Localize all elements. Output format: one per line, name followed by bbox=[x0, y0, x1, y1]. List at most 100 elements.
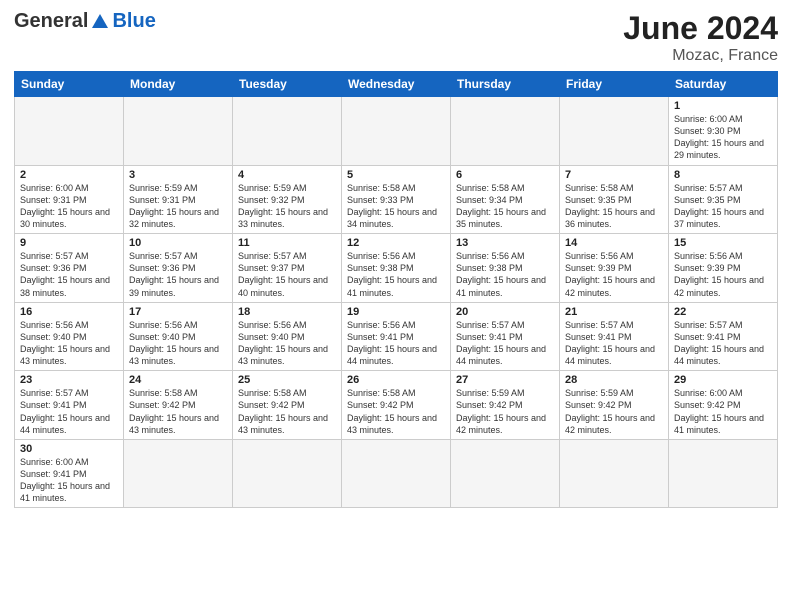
table-row bbox=[233, 439, 342, 508]
table-row: 11Sunrise: 5:57 AM Sunset: 9:37 PM Dayli… bbox=[233, 234, 342, 303]
table-row bbox=[669, 439, 778, 508]
day-number: 20 bbox=[456, 306, 554, 318]
logo-general-text: General bbox=[14, 10, 88, 33]
table-row: 10Sunrise: 5:57 AM Sunset: 9:36 PM Dayli… bbox=[124, 234, 233, 303]
table-row: 18Sunrise: 5:56 AM Sunset: 9:40 PM Dayli… bbox=[233, 302, 342, 371]
day-number: 1 bbox=[674, 100, 772, 112]
day-number: 4 bbox=[238, 169, 336, 181]
day-number: 26 bbox=[347, 374, 445, 386]
table-row: 16Sunrise: 5:56 AM Sunset: 9:40 PM Dayli… bbox=[15, 302, 124, 371]
table-row bbox=[233, 97, 342, 166]
day-info: Sunrise: 5:56 AM Sunset: 9:40 PM Dayligh… bbox=[129, 319, 227, 368]
header: General Blue June 2024 Mozac, France bbox=[14, 10, 778, 65]
day-info: Sunrise: 6:00 AM Sunset: 9:41 PM Dayligh… bbox=[20, 456, 118, 505]
table-row: 29Sunrise: 6:00 AM Sunset: 9:42 PM Dayli… bbox=[669, 371, 778, 440]
table-row: 12Sunrise: 5:56 AM Sunset: 9:38 PM Dayli… bbox=[342, 234, 451, 303]
day-number: 2 bbox=[20, 169, 118, 181]
day-number: 5 bbox=[347, 169, 445, 181]
col-thursday: Thursday bbox=[451, 72, 560, 97]
day-number: 23 bbox=[20, 374, 118, 386]
day-info: Sunrise: 5:56 AM Sunset: 9:38 PM Dayligh… bbox=[456, 250, 554, 299]
day-info: Sunrise: 5:57 AM Sunset: 9:37 PM Dayligh… bbox=[238, 250, 336, 299]
logo: General Blue bbox=[14, 10, 156, 33]
table-row bbox=[124, 439, 233, 508]
table-row: 15Sunrise: 5:56 AM Sunset: 9:39 PM Dayli… bbox=[669, 234, 778, 303]
table-row: 4Sunrise: 5:59 AM Sunset: 9:32 PM Daylig… bbox=[233, 165, 342, 234]
calendar-row-1: 1Sunrise: 6:00 AM Sunset: 9:30 PM Daylig… bbox=[15, 97, 778, 166]
table-row: 22Sunrise: 5:57 AM Sunset: 9:41 PM Dayli… bbox=[669, 302, 778, 371]
day-info: Sunrise: 5:56 AM Sunset: 9:40 PM Dayligh… bbox=[20, 319, 118, 368]
day-number: 10 bbox=[129, 237, 227, 249]
day-number: 17 bbox=[129, 306, 227, 318]
day-number: 15 bbox=[674, 237, 772, 249]
table-row: 19Sunrise: 5:56 AM Sunset: 9:41 PM Dayli… bbox=[342, 302, 451, 371]
page: General Blue June 2024 Mozac, France Sun… bbox=[0, 0, 792, 612]
table-row: 7Sunrise: 5:58 AM Sunset: 9:35 PM Daylig… bbox=[560, 165, 669, 234]
table-row: 9Sunrise: 5:57 AM Sunset: 9:36 PM Daylig… bbox=[15, 234, 124, 303]
table-row: 26Sunrise: 5:58 AM Sunset: 9:42 PM Dayli… bbox=[342, 371, 451, 440]
table-row: 24Sunrise: 5:58 AM Sunset: 9:42 PM Dayli… bbox=[124, 371, 233, 440]
day-info: Sunrise: 5:56 AM Sunset: 9:39 PM Dayligh… bbox=[565, 250, 663, 299]
day-info: Sunrise: 5:59 AM Sunset: 9:31 PM Dayligh… bbox=[129, 182, 227, 231]
table-row: 5Sunrise: 5:58 AM Sunset: 9:33 PM Daylig… bbox=[342, 165, 451, 234]
table-row: 27Sunrise: 5:59 AM Sunset: 9:42 PM Dayli… bbox=[451, 371, 560, 440]
table-row: 13Sunrise: 5:56 AM Sunset: 9:38 PM Dayli… bbox=[451, 234, 560, 303]
day-info: Sunrise: 5:58 AM Sunset: 9:42 PM Dayligh… bbox=[129, 387, 227, 436]
table-row: 23Sunrise: 5:57 AM Sunset: 9:41 PM Dayli… bbox=[15, 371, 124, 440]
day-number: 29 bbox=[674, 374, 772, 386]
table-row: 3Sunrise: 5:59 AM Sunset: 9:31 PM Daylig… bbox=[124, 165, 233, 234]
day-number: 11 bbox=[238, 237, 336, 249]
col-monday: Monday bbox=[124, 72, 233, 97]
day-info: Sunrise: 5:58 AM Sunset: 9:34 PM Dayligh… bbox=[456, 182, 554, 231]
calendar-row-3: 9Sunrise: 5:57 AM Sunset: 9:36 PM Daylig… bbox=[15, 234, 778, 303]
day-number: 8 bbox=[674, 169, 772, 181]
table-row: 8Sunrise: 5:57 AM Sunset: 9:35 PM Daylig… bbox=[669, 165, 778, 234]
table-row: 25Sunrise: 5:58 AM Sunset: 9:42 PM Dayli… bbox=[233, 371, 342, 440]
day-number: 13 bbox=[456, 237, 554, 249]
table-row bbox=[451, 439, 560, 508]
table-row: 14Sunrise: 5:56 AM Sunset: 9:39 PM Dayli… bbox=[560, 234, 669, 303]
day-info: Sunrise: 6:00 AM Sunset: 9:30 PM Dayligh… bbox=[674, 113, 772, 162]
day-info: Sunrise: 5:59 AM Sunset: 9:32 PM Dayligh… bbox=[238, 182, 336, 231]
logo-blue-text: Blue bbox=[112, 10, 155, 33]
weekday-header-row: Sunday Monday Tuesday Wednesday Thursday… bbox=[15, 72, 778, 97]
day-info: Sunrise: 5:57 AM Sunset: 9:35 PM Dayligh… bbox=[674, 182, 772, 231]
day-number: 3 bbox=[129, 169, 227, 181]
day-info: Sunrise: 5:57 AM Sunset: 9:36 PM Dayligh… bbox=[20, 250, 118, 299]
table-row: 17Sunrise: 5:56 AM Sunset: 9:40 PM Dayli… bbox=[124, 302, 233, 371]
day-info: Sunrise: 5:56 AM Sunset: 9:41 PM Dayligh… bbox=[347, 319, 445, 368]
table-row: 20Sunrise: 5:57 AM Sunset: 9:41 PM Dayli… bbox=[451, 302, 560, 371]
col-tuesday: Tuesday bbox=[233, 72, 342, 97]
day-info: Sunrise: 5:56 AM Sunset: 9:38 PM Dayligh… bbox=[347, 250, 445, 299]
day-number: 16 bbox=[20, 306, 118, 318]
table-row: 21Sunrise: 5:57 AM Sunset: 9:41 PM Dayli… bbox=[560, 302, 669, 371]
day-info: Sunrise: 5:58 AM Sunset: 9:35 PM Dayligh… bbox=[565, 182, 663, 231]
day-info: Sunrise: 5:59 AM Sunset: 9:42 PM Dayligh… bbox=[456, 387, 554, 436]
calendar-row-4: 16Sunrise: 5:56 AM Sunset: 9:40 PM Dayli… bbox=[15, 302, 778, 371]
calendar-row-2: 2Sunrise: 6:00 AM Sunset: 9:31 PM Daylig… bbox=[15, 165, 778, 234]
day-info: Sunrise: 6:00 AM Sunset: 9:42 PM Dayligh… bbox=[674, 387, 772, 436]
day-number: 21 bbox=[565, 306, 663, 318]
calendar-table: Sunday Monday Tuesday Wednesday Thursday… bbox=[14, 71, 778, 508]
logo-triangle-icon bbox=[92, 14, 108, 28]
col-sunday: Sunday bbox=[15, 72, 124, 97]
table-row: 1Sunrise: 6:00 AM Sunset: 9:30 PM Daylig… bbox=[669, 97, 778, 166]
day-info: Sunrise: 6:00 AM Sunset: 9:31 PM Dayligh… bbox=[20, 182, 118, 231]
day-info: Sunrise: 5:56 AM Sunset: 9:40 PM Dayligh… bbox=[238, 319, 336, 368]
title-area: June 2024 Mozac, France bbox=[623, 10, 778, 65]
day-info: Sunrise: 5:58 AM Sunset: 9:33 PM Dayligh… bbox=[347, 182, 445, 231]
day-info: Sunrise: 5:58 AM Sunset: 9:42 PM Dayligh… bbox=[238, 387, 336, 436]
day-number: 14 bbox=[565, 237, 663, 249]
calendar-row-6: 30Sunrise: 6:00 AM Sunset: 9:41 PM Dayli… bbox=[15, 439, 778, 508]
calendar-row-5: 23Sunrise: 5:57 AM Sunset: 9:41 PM Dayli… bbox=[15, 371, 778, 440]
day-info: Sunrise: 5:57 AM Sunset: 9:36 PM Dayligh… bbox=[129, 250, 227, 299]
day-number: 30 bbox=[20, 443, 118, 455]
day-number: 18 bbox=[238, 306, 336, 318]
logo-area: General Blue bbox=[14, 10, 156, 33]
day-info: Sunrise: 5:57 AM Sunset: 9:41 PM Dayligh… bbox=[456, 319, 554, 368]
location: Mozac, France bbox=[623, 47, 778, 65]
table-row: 30Sunrise: 6:00 AM Sunset: 9:41 PM Dayli… bbox=[15, 439, 124, 508]
table-row bbox=[342, 97, 451, 166]
table-row bbox=[342, 439, 451, 508]
day-info: Sunrise: 5:59 AM Sunset: 9:42 PM Dayligh… bbox=[565, 387, 663, 436]
